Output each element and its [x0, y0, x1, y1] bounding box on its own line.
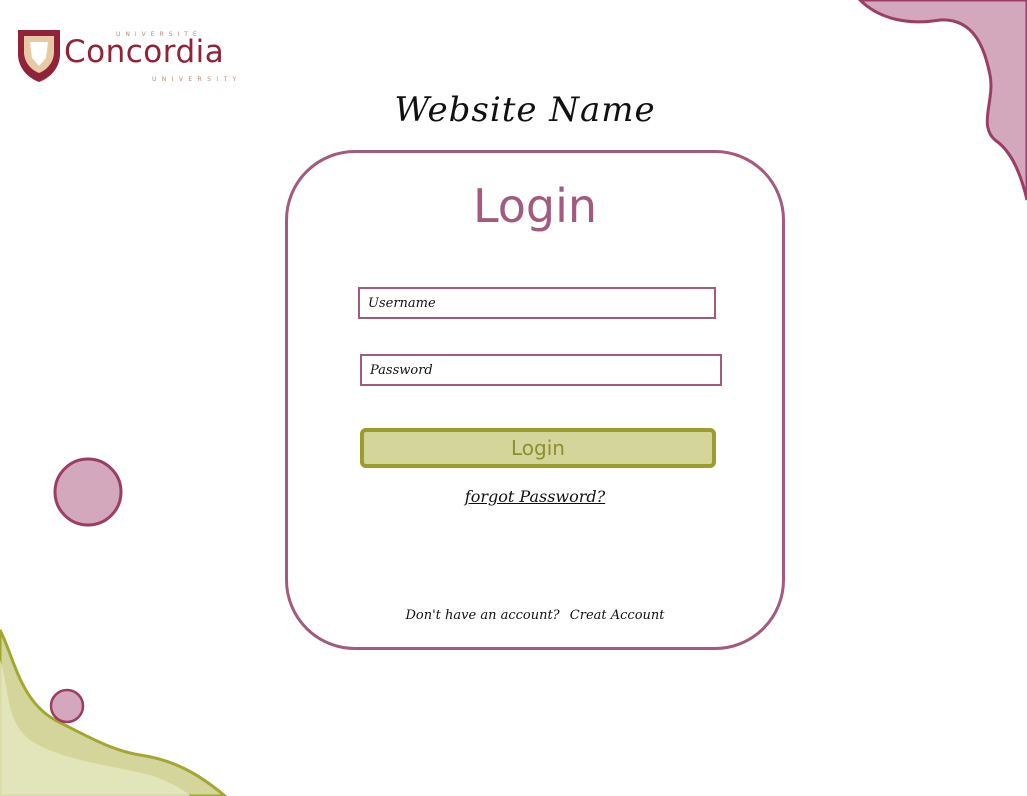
username-placeholder: Username	[368, 295, 436, 311]
login-card: Login Username Password Login forgot Pas…	[285, 150, 785, 650]
no-account-text: Don't have an account?	[405, 608, 560, 623]
signup-prompt: Don't have an account? Creat Account	[288, 608, 782, 623]
site-name: Website Name	[394, 90, 656, 130]
decor-circle-small	[49, 688, 85, 724]
top-right-blob	[857, 0, 1027, 201]
password-field[interactable]: Password	[360, 354, 722, 386]
logo-name: Concordia	[64, 34, 225, 70]
forgot-password-link[interactable]: forgot Password?	[288, 487, 782, 506]
login-button[interactable]: Login	[360, 428, 716, 468]
concordia-logo: UNIVERSITÉ Concordia UNIVERSITY	[16, 28, 266, 88]
decor-circle-large	[53, 457, 123, 527]
create-account-link[interactable]: Creat Account	[570, 608, 665, 623]
login-button-label: Login	[511, 436, 565, 460]
logo-bottom-text: UNIVERSITY	[152, 76, 242, 83]
shield-icon	[18, 30, 60, 82]
username-field[interactable]: Username	[358, 287, 716, 319]
password-placeholder: Password	[370, 362, 433, 378]
login-title: Login	[472, 179, 598, 233]
